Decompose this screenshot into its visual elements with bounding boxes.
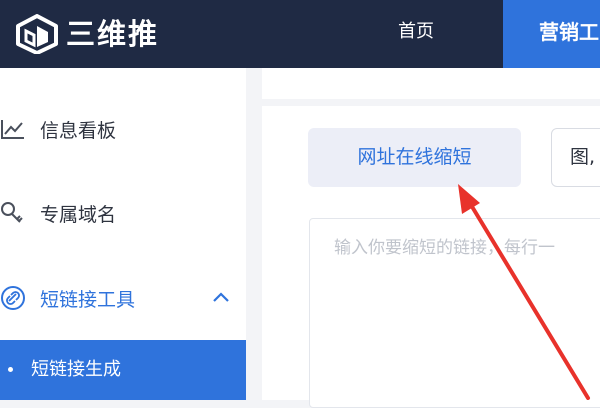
top-nav-bar: 三维推 首页 营销工	[0, 0, 600, 68]
nav-item-home[interactable]: 首页	[398, 0, 434, 68]
tab-url-shorten[interactable]: 网址在线缩短	[308, 128, 521, 187]
brand-name: 三维推	[66, 17, 160, 51]
sidebar-subitem-short-link-generate[interactable]: 短链接生成	[0, 340, 246, 400]
sidebar-item-short-link-tools[interactable]: 短链接工具	[0, 273, 246, 323]
chevron-up-icon[interactable]	[211, 288, 231, 308]
tab-image[interactable]: 图,	[551, 128, 600, 187]
domain-icon	[1, 202, 23, 223]
sidebar-item-label: 短链接工具	[40, 288, 136, 311]
sidebar-item-domain[interactable]: 专属域名	[0, 188, 246, 238]
sidebar-subitem-label: 短链接生成	[31, 359, 121, 380]
url-input[interactable]	[309, 218, 600, 408]
content-gap	[246, 68, 262, 400]
sidebar-item-label: 信息看板	[40, 119, 117, 142]
nav-item-marketing-label: 营销工	[539, 20, 599, 44]
sidebar: 信息看板 专属域名 短链接工具 短链接生成	[0, 68, 246, 400]
toolbar-panel	[262, 68, 600, 99]
sidebar-item-dashboard[interactable]: 信息看板	[0, 104, 246, 154]
chart-icon	[1, 120, 24, 139]
nav-item-marketing-tools[interactable]: 营销工	[503, 0, 600, 68]
link-icon	[1, 286, 25, 310]
bullet-icon	[8, 367, 13, 372]
cube-logo-icon	[16, 14, 58, 54]
brand-logo[interactable]: 三维推	[14, 14, 159, 54]
sidebar-item-label: 专属域名	[40, 203, 117, 226]
